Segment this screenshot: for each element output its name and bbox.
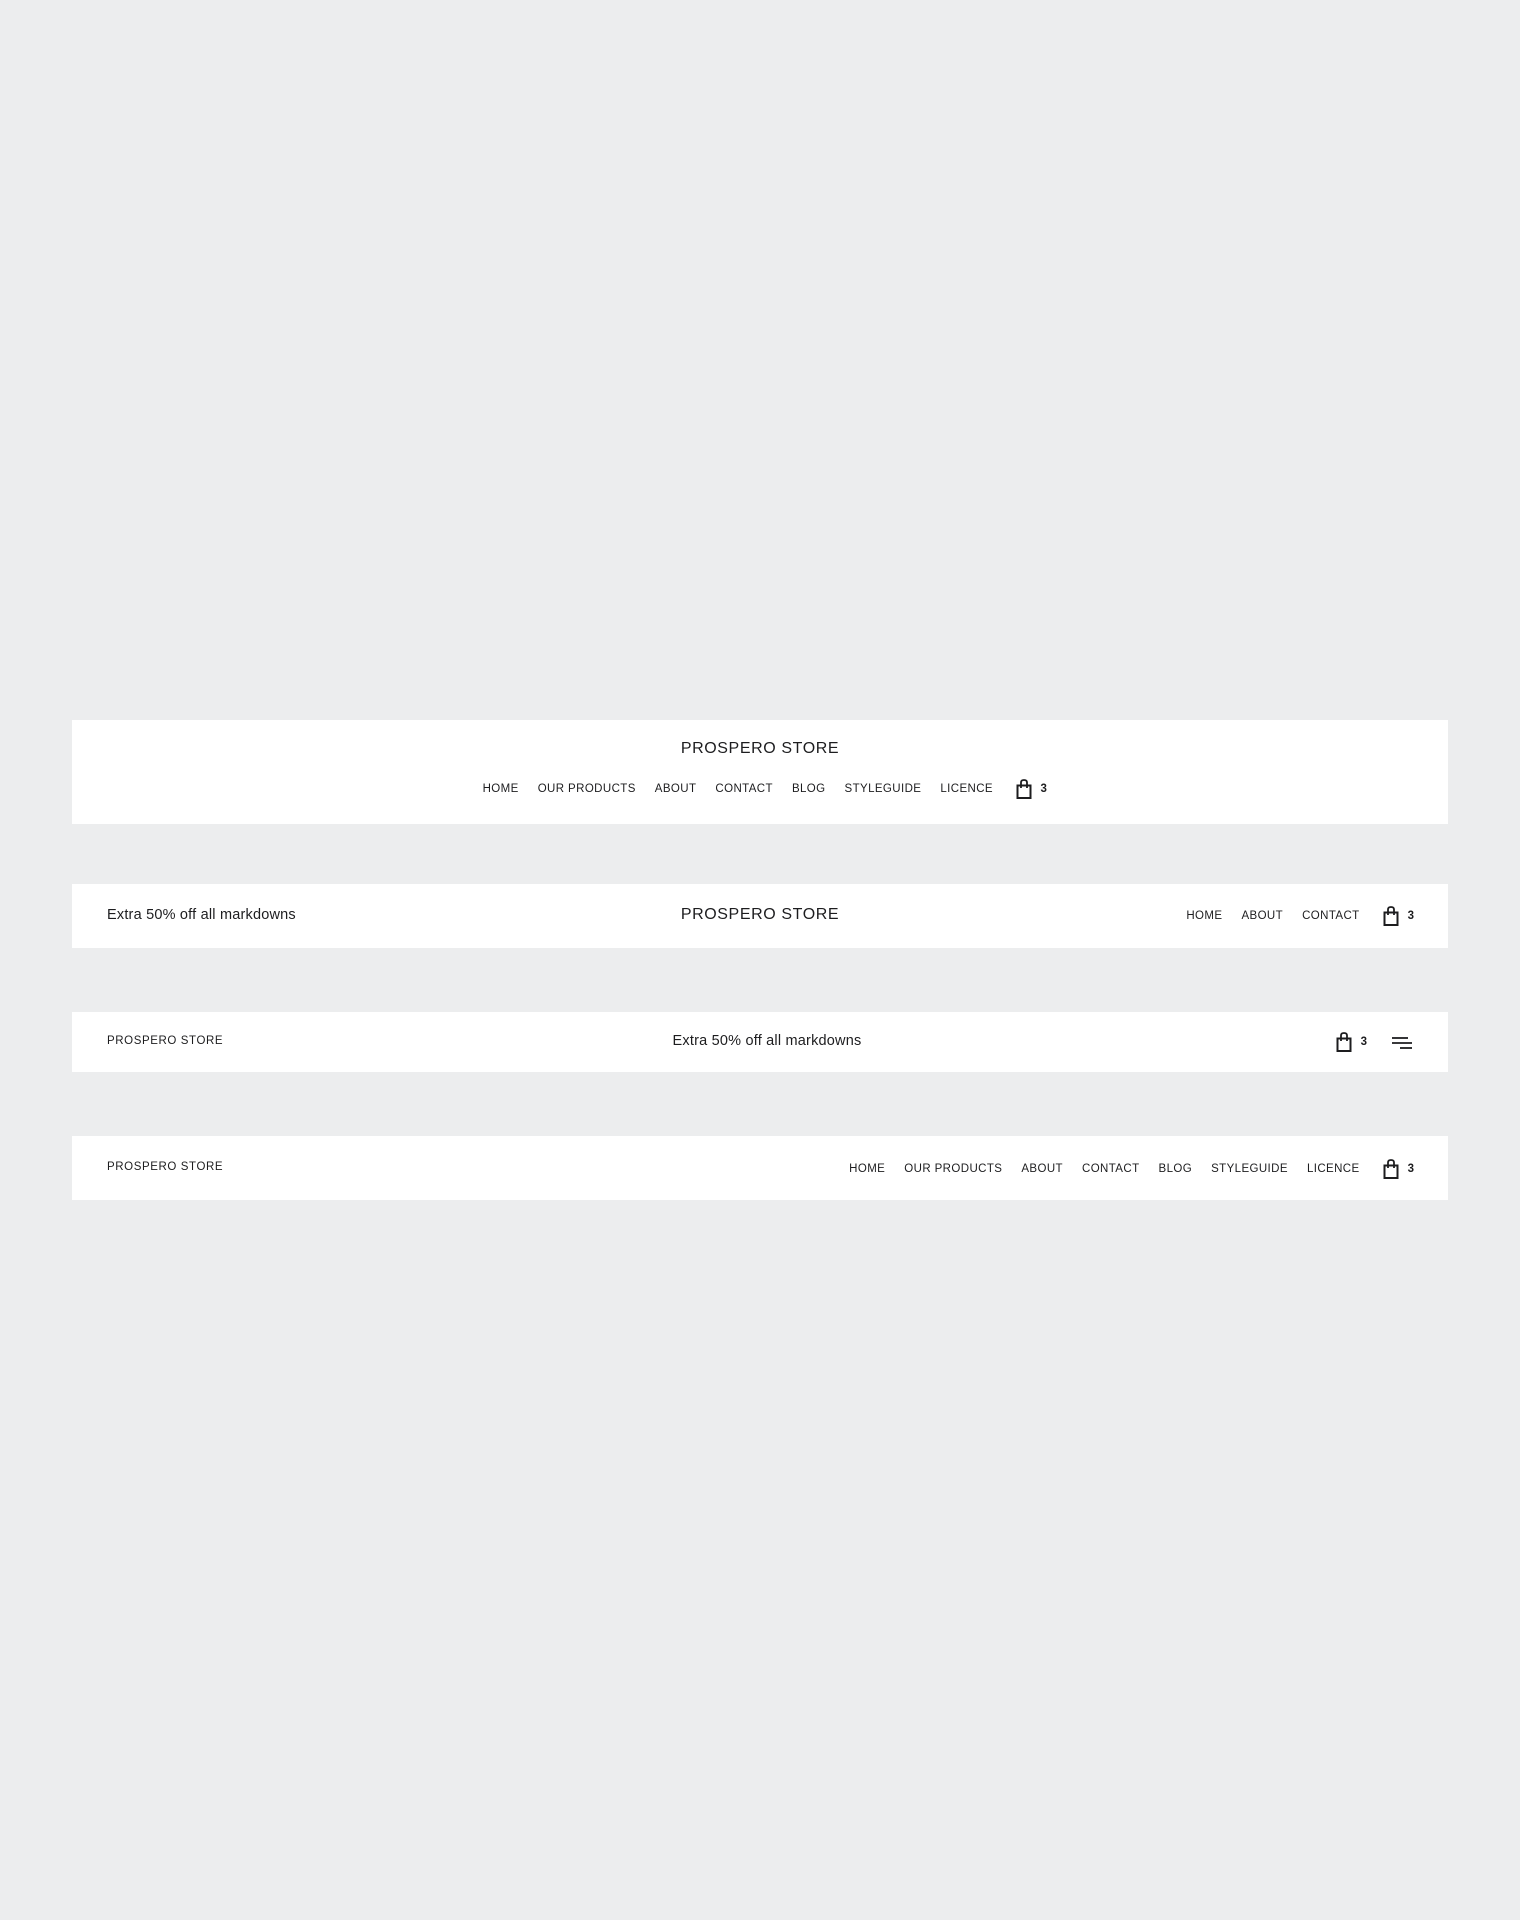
nav-home[interactable]: HOME	[483, 783, 519, 795]
header-promo-center: PROSPERO STORE Extra 50% off all markdow…	[72, 1012, 1448, 1072]
nav-about[interactable]: ABOUT	[1241, 910, 1283, 922]
cart-count: 3	[1407, 1163, 1414, 1175]
nav-our-products[interactable]: OUR PRODUCTS	[538, 783, 636, 795]
header-actions: 3	[1335, 1031, 1414, 1053]
nav-blog[interactable]: BLOG	[792, 783, 826, 795]
cart-button[interactable]: 3	[1015, 778, 1047, 800]
hamburger-menu-icon[interactable]	[1392, 1034, 1414, 1050]
nav-about[interactable]: ABOUT	[655, 783, 697, 795]
cart-button[interactable]: 3	[1382, 905, 1414, 927]
shopping-bag-icon	[1382, 905, 1400, 927]
main-nav: HOME OUR PRODUCTS ABOUT CONTACT BLOG STY…	[72, 778, 1448, 800]
nav-about[interactable]: ABOUT	[1021, 1163, 1063, 1175]
shopping-bag-icon	[1015, 778, 1033, 800]
shopping-bag-icon	[1382, 1158, 1400, 1180]
cart-count: 3	[1360, 1036, 1367, 1048]
store-logo[interactable]: PROSPERO STORE	[107, 1161, 223, 1173]
nav-home[interactable]: HOME	[1186, 910, 1222, 922]
cart-button[interactable]: 3	[1382, 1158, 1414, 1180]
header-centered: PROSPERO STORE HOME OUR PRODUCTS ABOUT C…	[72, 720, 1448, 824]
nav-styleguide[interactable]: STYLEGUIDE	[845, 783, 922, 795]
nav-contact[interactable]: CONTACT	[1082, 1163, 1140, 1175]
nav-styleguide[interactable]: STYLEGUIDE	[1211, 1163, 1288, 1175]
main-nav: HOME OUR PRODUCTS ABOUT CONTACT BLOG STY…	[830, 1158, 1414, 1180]
nav-blog[interactable]: BLOG	[1159, 1163, 1193, 1175]
nav-contact[interactable]: CONTACT	[1302, 910, 1360, 922]
promo-text: Extra 50% off all markdowns	[672, 1033, 862, 1049]
header-left-brand: PROSPERO STORE HOME OUR PRODUCTS ABOUT C…	[72, 1136, 1448, 1200]
nav-licence[interactable]: LICENCE	[940, 783, 993, 795]
nav-our-products[interactable]: OUR PRODUCTS	[904, 1163, 1002, 1175]
cart-button[interactable]: 3	[1335, 1031, 1367, 1053]
cart-count: 3	[1407, 910, 1414, 922]
nav-home[interactable]: HOME	[849, 1163, 885, 1175]
nav-licence[interactable]: LICENCE	[1307, 1163, 1360, 1175]
main-nav: HOME ABOUT CONTACT 3	[1167, 905, 1414, 927]
nav-contact[interactable]: CONTACT	[715, 783, 773, 795]
cart-count: 3	[1040, 783, 1047, 795]
store-logo[interactable]: PROSPERO STORE	[72, 740, 1448, 758]
shopping-bag-icon	[1335, 1031, 1353, 1053]
header-promo-center-brand: Extra 50% off all markdowns PROSPERO STO…	[72, 884, 1448, 948]
